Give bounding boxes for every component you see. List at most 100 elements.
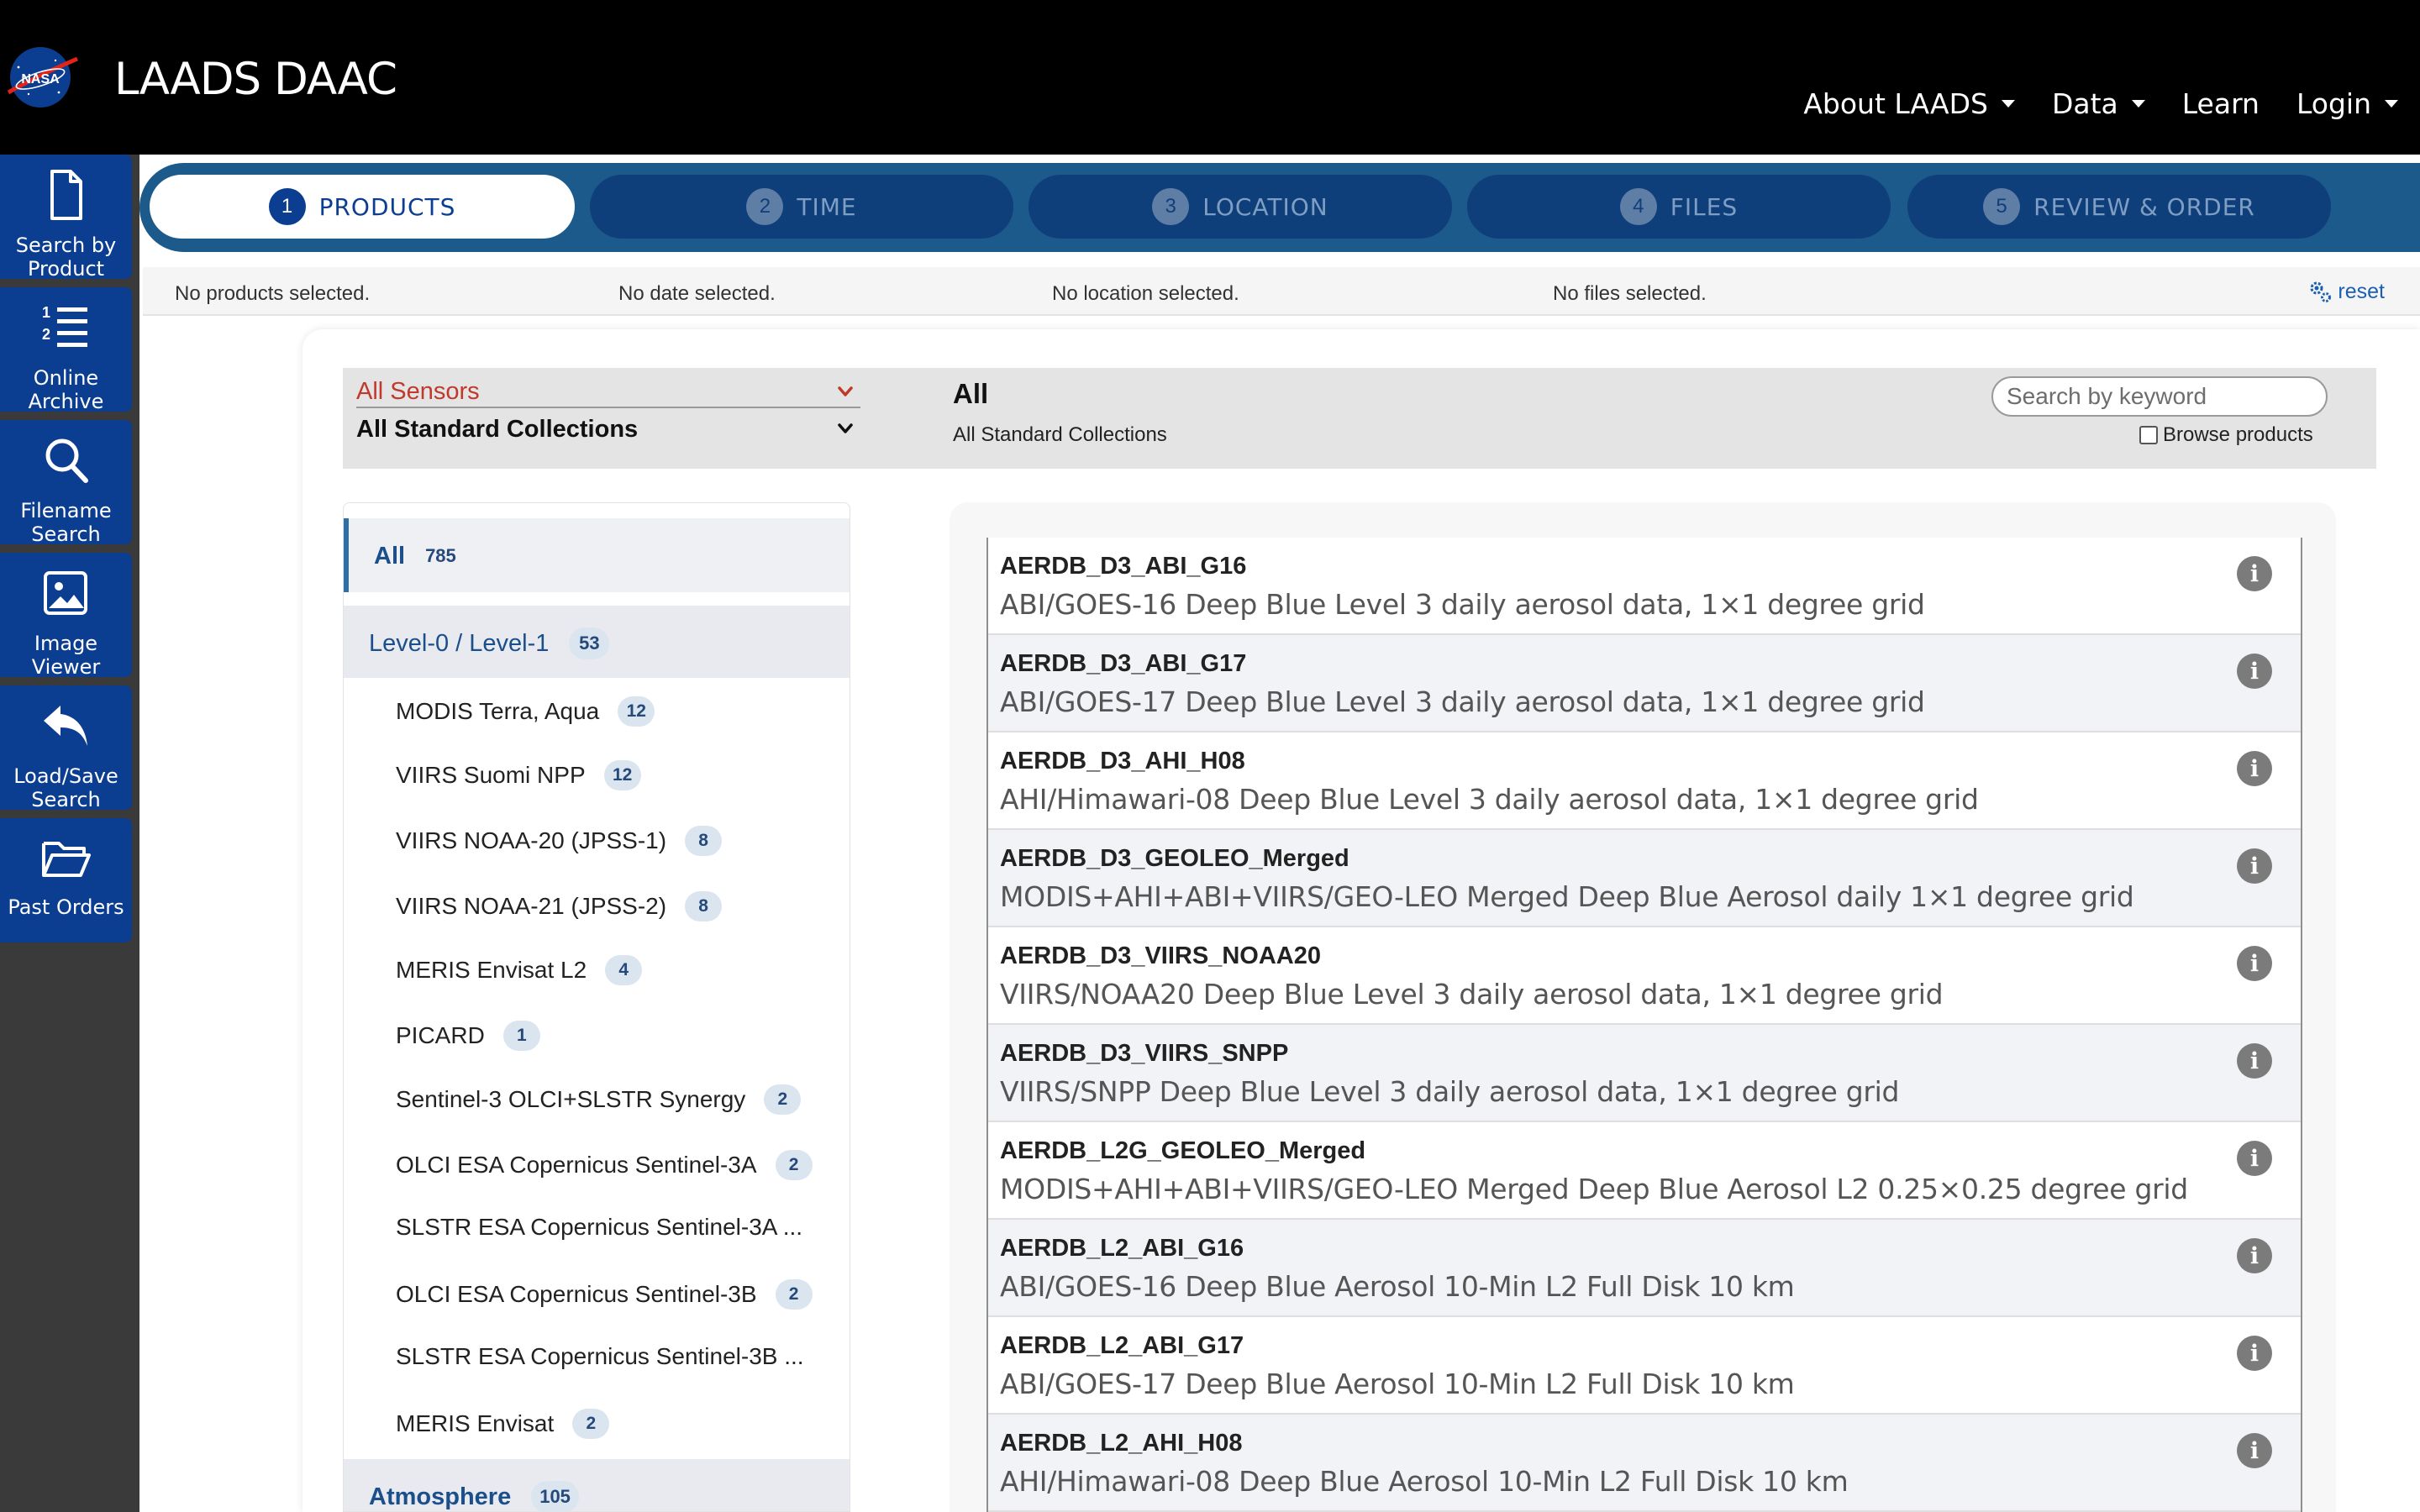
product-description: AHI/Himawari-08 Deep Blue Aerosol 10-Min…	[1000, 1465, 1849, 1498]
label-line2: Search	[31, 522, 101, 546]
filter-subtitle: All Standard Collections	[953, 423, 1167, 446]
product-name: AERDB_D3_VIIRS_SNPP	[1000, 1040, 1289, 1067]
step-location[interactable]: 3 LOCATION	[1028, 175, 1452, 239]
step-number: 5	[1983, 188, 2021, 225]
browse-products-checkbox[interactable]	[2139, 426, 2158, 444]
product-description: ABI/GOES-17 Deep Blue Level 3 daily aero…	[1000, 685, 1925, 718]
caret-down-icon	[2131, 100, 2145, 108]
info-icon[interactable]: i	[2237, 654, 2272, 689]
count-badge: 12	[603, 760, 641, 790]
subcategory-item[interactable]: OLCI ESA Copernicus Sentinel-3B 2	[344, 1263, 850, 1326]
subcategory-item[interactable]: MERIS Envisat 2	[344, 1392, 850, 1456]
step-number: 2	[746, 188, 784, 225]
count-badge: 4	[605, 955, 643, 985]
subcategory-item[interactable]: VIIRS NOAA-20 (JPSS-1) 8	[344, 809, 850, 873]
keyword-search-input[interactable]	[1991, 376, 2328, 417]
product-row[interactable]: AERDB_D3_VIIRS_SNPP VIIRS/SNPP Deep Blue…	[988, 1025, 2301, 1122]
sidebar-label: Load/Save Search	[0, 764, 132, 811]
caret-down-icon	[2385, 100, 2398, 108]
app-title[interactable]: LAADS DAAC	[114, 54, 397, 105]
subcategory-item[interactable]: SLSTR ESA Copernicus Sentinel-3B ...	[344, 1326, 850, 1390]
left-sidebar: Search by Product 1 2 Online Archive Fil…	[0, 155, 139, 1512]
category-atmosphere[interactable]: Atmosphere 105	[344, 1459, 850, 1511]
nav-data-label: Data	[2051, 87, 2118, 120]
count-badge: 1	[502, 1021, 540, 1051]
collection-select[interactable]: All Standard Collections	[356, 413, 860, 445]
step-products[interactable]: 1 PRODUCTS	[150, 175, 575, 239]
subcategory-item[interactable]: SLSTR ESA Copernicus Sentinel-3A ...	[344, 1197, 850, 1261]
document-icon	[50, 170, 82, 220]
step-label: REVIEW & ORDER	[2033, 192, 2255, 221]
info-icon[interactable]: i	[2237, 1238, 2272, 1273]
category-level01[interactable]: Level-0 / Level-1 53	[344, 606, 850, 678]
label-line1: Online	[33, 366, 99, 390]
product-description: ABI/GOES-16 Deep Blue Aerosol 10-Min L2 …	[1000, 1270, 1795, 1303]
product-name: AERDB_D3_GEOLEO_Merged	[1000, 845, 1349, 872]
sidebar-image-viewer[interactable]: Image Viewer	[0, 553, 132, 679]
sensor-select-value: All Sensors	[356, 377, 480, 405]
info-icon[interactable]: i	[2237, 1043, 2272, 1079]
nav-login-label: Login	[2296, 87, 2371, 120]
product-row[interactable]: AERDB_D3_VIIRS_NOAA20 VIIRS/NOAA20 Deep …	[988, 927, 2301, 1025]
product-description: MODIS+AHI+ABI+VIIRS/GEO-LEO Merged Deep …	[1000, 880, 2134, 913]
nav-learn[interactable]: Learn	[2182, 87, 2260, 120]
reset-button[interactable]: reset	[2307, 279, 2385, 304]
category-all[interactable]: All 785	[344, 518, 850, 592]
subcategory-item[interactable]: PICARD 1	[344, 1004, 850, 1068]
subcategory-label: VIIRS Suomi NPP	[396, 762, 586, 788]
info-icon[interactable]: i	[2237, 848, 2272, 884]
label-line1: Search by	[15, 234, 117, 257]
browse-products-toggle[interactable]: Browse products	[2139, 423, 2313, 447]
subcategory-item[interactable]: Sentinel-3 OLCI+SLSTR Synergy 2	[344, 1068, 850, 1131]
product-row[interactable]: AERDB_L2_ABI_G16 ABI/GOES-16 Deep Blue A…	[988, 1220, 2301, 1317]
product-description: VIIRS/NOAA20 Deep Blue Level 3 daily aer…	[1000, 978, 1944, 1011]
nav-about-laads[interactable]: About LAADS	[1803, 87, 2015, 120]
sidebar-search-by-product[interactable]: Search by Product	[0, 155, 132, 281]
product-row[interactable]: AERDB_D3_AHI_H08 AHI/Himawari-08 Deep Bl…	[988, 732, 2301, 830]
info-icon[interactable]: i	[2237, 1141, 2272, 1176]
info-icon[interactable]: i	[2237, 556, 2272, 591]
collection-select-value: All Standard Collections	[356, 415, 639, 443]
sidebar-label: Past Orders	[0, 895, 132, 919]
subcategory-item[interactable]: OLCI ESA Copernicus Sentinel-3A 2	[344, 1133, 850, 1197]
count-badge: 8	[685, 891, 723, 921]
summary-products: No products selected.	[175, 282, 371, 305]
top-header: NASA LAADS DAAC About LAADS Data Learn L…	[0, 0, 2420, 155]
nasa-logo[interactable]: NASA	[3, 44, 79, 111]
product-row[interactable]: AERDB_D3_ABI_G16 ABI/GOES-16 Deep Blue L…	[988, 538, 2301, 635]
sidebar-label: Filename Search	[0, 499, 132, 546]
nav-data[interactable]: Data	[2052, 87, 2145, 120]
subcategory-item[interactable]: VIIRS NOAA-21 (JPSS-2) 8	[344, 874, 850, 938]
product-row[interactable]: AERDB_D3_ABI_G17 ABI/GOES-17 Deep Blue L…	[988, 635, 2301, 732]
product-row[interactable]: AERDB_D3_GEOLEO_Merged MODIS+AHI+ABI+VII…	[988, 830, 2301, 927]
product-description: VIIRS/SNPP Deep Blue Level 3 daily aeros…	[1000, 1075, 1900, 1108]
step-time[interactable]: 2 TIME	[590, 175, 1013, 239]
count-badge: 2	[775, 1150, 813, 1180]
info-icon[interactable]: i	[2237, 751, 2272, 786]
nav-login[interactable]: Login	[2296, 87, 2398, 120]
step-files[interactable]: 4 FILES	[1467, 175, 1891, 239]
nav-learn-label: Learn	[2181, 87, 2260, 120]
label-line2: Search	[31, 788, 101, 811]
info-icon[interactable]: i	[2237, 1433, 2272, 1468]
info-icon[interactable]: i	[2237, 1336, 2272, 1371]
category-level01-label: Level-0 / Level-1 53	[369, 627, 610, 659]
product-name: AERDB_D3_ABI_G17	[1000, 650, 1247, 677]
product-row[interactable]: AERDB_L2_AHI_H08 AHI/Himawari-08 Deep Bl…	[988, 1415, 2301, 1512]
product-name: AERDB_L2G_GEOLEO_Merged	[1000, 1137, 1366, 1164]
subcategory-item[interactable]: MODIS Terra, Aqua 12	[344, 680, 850, 743]
step-review-order[interactable]: 5 REVIEW & ORDER	[1907, 175, 2331, 239]
sidebar-label: Image Viewer	[0, 632, 132, 679]
product-row[interactable]: AERDB_L2_ABI_G17 ABI/GOES-17 Deep Blue A…	[988, 1317, 2301, 1415]
sensor-select[interactable]: All Sensors	[356, 376, 860, 408]
product-row[interactable]: AERDB_L2G_GEOLEO_Merged MODIS+AHI+ABI+VI…	[988, 1122, 2301, 1220]
step-label: PRODUCTS	[318, 192, 456, 221]
sidebar-past-orders[interactable]: Past Orders	[0, 818, 132, 942]
sidebar-filename-search[interactable]: Filename Search	[0, 420, 132, 546]
subcategory-item[interactable]: MERIS Envisat L2 4	[344, 938, 850, 1002]
subcategory-item[interactable]: VIIRS Suomi NPP 12	[344, 743, 850, 807]
info-icon[interactable]: i	[2237, 946, 2272, 981]
numbered-list-icon: 1 2	[42, 304, 87, 347]
sidebar-load-save-search[interactable]: Load/Save Search	[0, 685, 132, 811]
sidebar-online-archive[interactable]: 1 2 Online Archive	[0, 287, 132, 413]
